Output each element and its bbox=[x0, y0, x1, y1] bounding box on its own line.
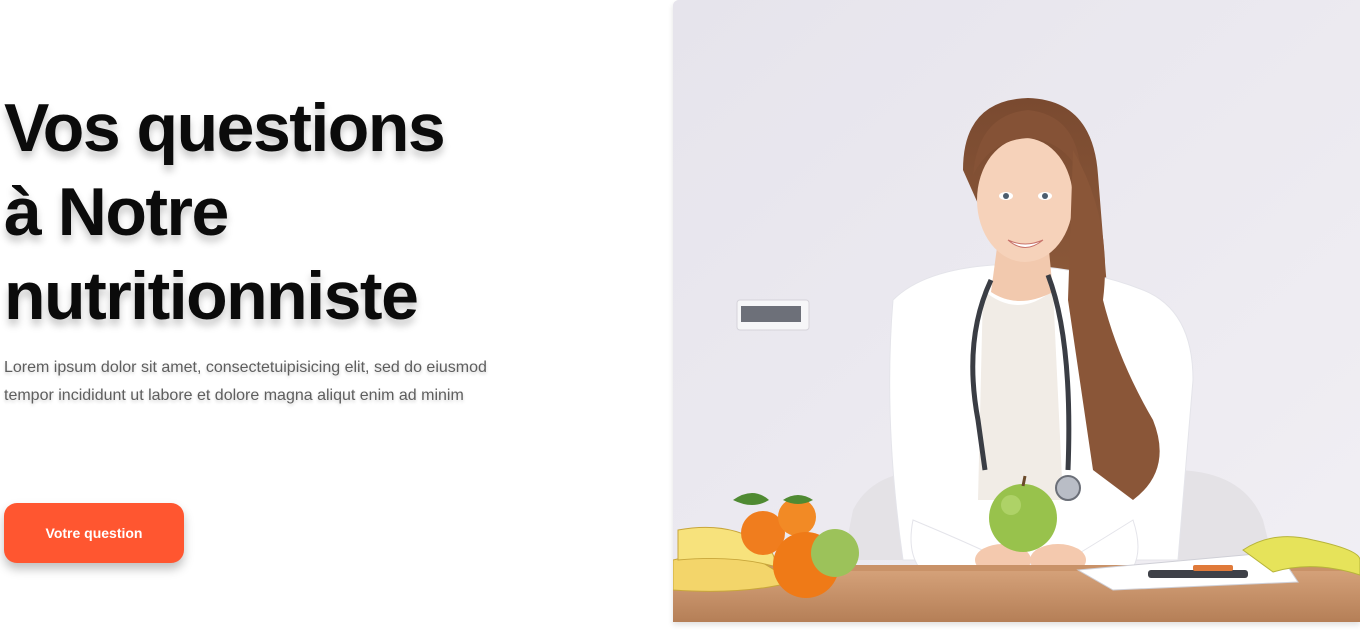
ask-question-button[interactable]: Votre question bbox=[4, 503, 184, 563]
nutritionist-photo bbox=[673, 0, 1360, 622]
page: Vos questions à Notre nutritionniste Lor… bbox=[0, 0, 1360, 630]
hero-title: Vos questions à Notre nutritionniste bbox=[4, 86, 504, 338]
hero-title-line-3: nutritionniste bbox=[4, 258, 419, 334]
hero-description: Lorem ipsum dolor sit amet, consectetuip… bbox=[4, 359, 487, 404]
nutritionist-illustration bbox=[673, 0, 1360, 622]
hero-title-line-1: Vos questions bbox=[4, 90, 446, 166]
hero-section: Vos questions à Notre nutritionniste Lor… bbox=[4, 86, 504, 410]
hero-title-line-2: à Notre bbox=[4, 174, 229, 250]
